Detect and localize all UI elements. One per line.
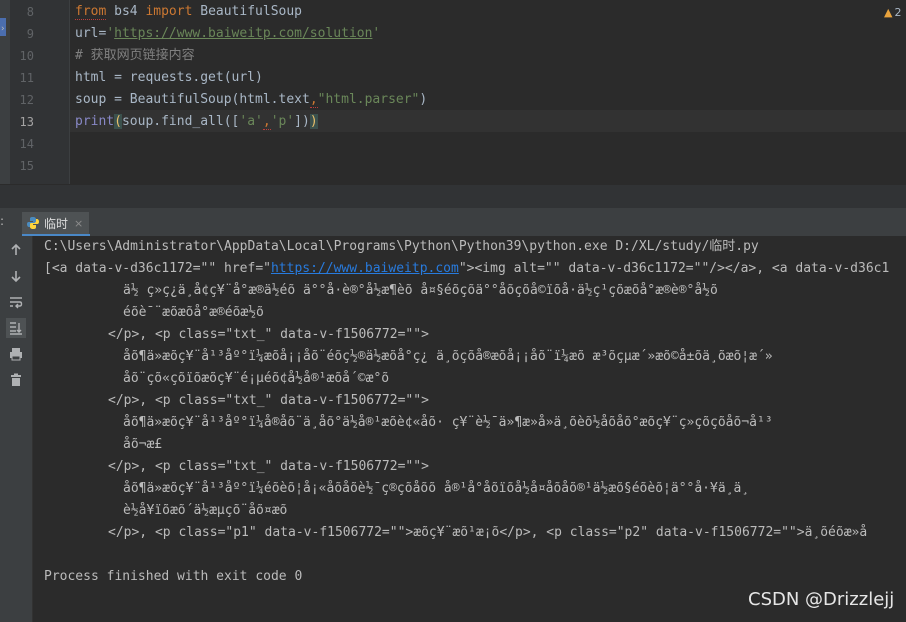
trash-icon[interactable] <box>6 370 26 390</box>
console-line: åõ¶ä»æõç¥¨å¹³åº°ï¼æõå¡¡åõ¨éõç½®ä½æõå°ç¿ … <box>123 349 773 364</box>
line-number: 8 <box>26 5 34 19</box>
chevron-right-icon: › <box>0 24 6 34</box>
console-line: </p>, <p class="txt_" data-v-f1506772=""… <box>108 393 429 408</box>
close-icon[interactable]: × <box>74 217 83 230</box>
console-text: [<a data-v-d36c1172="" href=" <box>44 261 271 276</box>
warning-count: 2 <box>894 6 902 19</box>
warning-icon: ▲ <box>884 6 893 19</box>
panel-splitter[interactable] <box>0 184 906 209</box>
scroll-to-end-icon[interactable] <box>6 318 26 338</box>
console-line: åõ¶ä»æõç¥¨å¹³åº°ï¼å®åõ¨ä¸åõ°ä½å®¹æõè¢«åõ… <box>123 415 773 430</box>
line-number: 15 <box>19 159 34 173</box>
comma: , <box>309 92 318 108</box>
console-line: è½å¥ïõæõ´ä½æµçõ¨åõ¤æõ <box>123 503 288 518</box>
console-line: </p>, <p class="txt_" data-v-f1506772=""… <box>108 459 429 474</box>
line-number: 9 <box>26 27 34 41</box>
python-file-icon <box>27 217 39 229</box>
console-line: </p>, <p class="p1" data-v-f1506772="">æ… <box>108 525 868 540</box>
code-line-12[interactable]: soup = BeautifulSoup(html.text,"html.par… <box>75 89 427 111</box>
paren-match: ) <box>309 114 318 129</box>
watermark: CSDN @Drizzlejj <box>748 589 895 610</box>
string-quote: ' <box>106 26 115 41</box>
keyword: from <box>75 4 107 20</box>
console-text: "><img alt="" data-v-d36c1172=""/></a>, … <box>458 261 890 276</box>
code-text: ) <box>419 92 428 107</box>
line-number: 11 <box>19 71 34 85</box>
string-literal: "html.parser" <box>317 92 420 107</box>
soft-wrap-icon[interactable] <box>6 292 26 312</box>
url-string[interactable]: https://www.baiweitp.com/solution <box>114 26 372 41</box>
console-link[interactable]: https://www.baiweitp.com <box>271 261 459 276</box>
string-quote: ' <box>372 26 381 41</box>
run-tool-header: : 临时 × <box>0 208 906 237</box>
code-text: soup = BeautifulSoup(html.text <box>75 92 310 107</box>
string-literal: 'a' <box>239 114 263 129</box>
print-icon[interactable] <box>6 344 26 364</box>
line-number-gutter: › 8 9 10 11 12 13 14 15 <box>0 0 70 184</box>
console-toolbar <box>0 236 33 622</box>
code-line-8[interactable]: from bs4 import BeautifulSoup <box>75 1 302 23</box>
paren-match: ( <box>114 114 122 129</box>
line-number: 14 <box>19 137 34 151</box>
run-tab[interactable]: 临时 × <box>22 212 90 234</box>
code-line-11[interactable]: html = requests.get(url) <box>75 67 263 89</box>
builtin-function: print <box>75 114 115 129</box>
line-number: 10 <box>19 49 34 63</box>
run-tab-label: 临时 <box>44 216 69 231</box>
console-line: ä½ ç»ç¿ä¸å¢ç¥¨å°æ®ä½éõ ä°°å·è®°å½æ¶èõ å¤… <box>123 283 718 298</box>
code-line-13[interactable]: print(soup.find_all(['a','p'])) <box>75 111 318 133</box>
code-text: html = requests.get(url) <box>75 70 263 85</box>
arrow-down-icon[interactable] <box>6 266 26 286</box>
code-text: ]) <box>294 114 310 129</box>
code-line-10[interactable]: # 获取网页链接内容 <box>75 45 195 67</box>
console-line: åõ¨çõ«çõïõæõç¥¨é¡µéõ¢å½å®¹æõå´©æ°õ <box>123 371 390 386</box>
code-text: bs4 <box>106 4 146 19</box>
warning-indicator[interactable]: ▲ 2 <box>884 6 901 19</box>
comment: # 获取网页链接内容 <box>75 48 195 63</box>
exit-status-line: Process finished with exit code 0 <box>44 569 303 584</box>
run-label-suffix: : <box>0 214 5 228</box>
string-literal: 'p' <box>270 114 295 129</box>
console-output[interactable]: C:\Users\Administrator\AppData\Local\Pro… <box>33 236 906 622</box>
line-number-current: 13 <box>19 115 34 129</box>
console-line: [<a data-v-d36c1172="" href="https://www… <box>44 258 889 280</box>
gutter-edge: › <box>0 0 10 184</box>
console-line: C:\Users\Administrator\AppData\Local\Pro… <box>44 239 759 254</box>
arrow-up-icon[interactable] <box>6 240 26 260</box>
code-text: soup.find_all([ <box>121 114 240 129</box>
code-text: BeautifulSoup <box>192 4 302 19</box>
console-line: åõ¶ä»æõç¥¨å¹³åº°ï¼éõèõ¦å¡«åõåõè½¯ç®çõåõõ… <box>123 481 750 496</box>
console-line: åõ¬æ­£ <box>123 437 163 452</box>
code-editor[interactable]: › 8 9 10 11 12 13 14 15 from bs4 import … <box>0 0 906 184</box>
console-line: </p>, <p class="txt_" data-v-f1506772=""… <box>108 327 429 342</box>
line-number: 12 <box>19 93 34 107</box>
comma: , <box>262 114 271 130</box>
code-line-9[interactable]: url='https://www.baiweitp.com/solution' <box>75 23 380 45</box>
keyword: import <box>145 4 193 19</box>
console-line: éõè¯¨æõæõå°æ®éõæ½õ <box>123 305 264 320</box>
code-text: url= <box>75 26 107 41</box>
